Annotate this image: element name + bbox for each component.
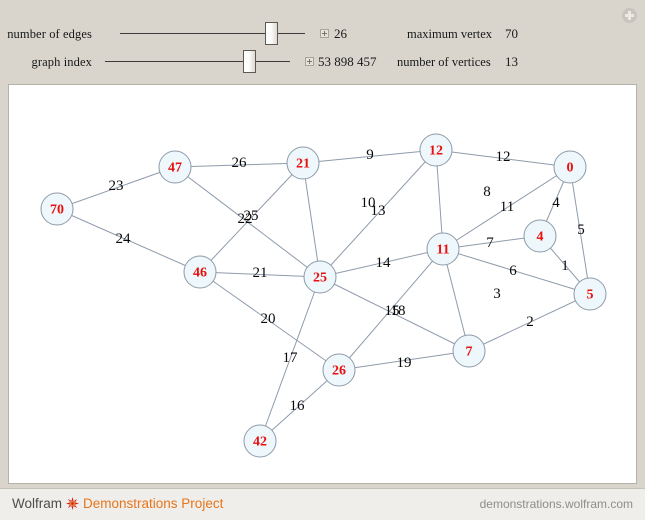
- graph-edge-label: 20: [261, 311, 276, 327]
- slider-increment-icon-edges[interactable]: [320, 29, 329, 38]
- graph-node-label: 0: [567, 161, 574, 176]
- graph-node-label: 47: [168, 161, 182, 176]
- graph-node-label: 7: [466, 345, 473, 360]
- slider-graph-index[interactable]: [105, 50, 290, 73]
- graph-edge-label: 7: [486, 235, 494, 251]
- plus-circle-icon[interactable]: [622, 8, 637, 23]
- graph-edge-label: 1: [561, 258, 569, 274]
- brand-demonstrations-text: Demonstrations Project: [83, 496, 224, 511]
- graph-panel: 23 24 26 22 25 9 10 13 12 8 11 4 5 21 20 14 15 17 18 19 16 7 6…: [8, 84, 637, 484]
- graph-node[interactable]: 4: [523, 219, 557, 253]
- graph-edge-label: 12: [496, 149, 511, 165]
- graph-node-label: 42: [253, 435, 267, 450]
- graph-node-label: 11: [436, 243, 449, 258]
- graph-edge-label: 21: [253, 265, 268, 281]
- footer-url-text: demonstrations.wolfram.com: [479, 497, 633, 511]
- control-panel: number of edges 26 graph index 53 898 45…: [0, 0, 645, 84]
- graph-node-label: 46: [193, 266, 207, 281]
- graph-node-label: 21: [296, 157, 310, 172]
- graph-edge-label: 8: [483, 184, 491, 200]
- graph-edge-label: 11: [500, 199, 514, 215]
- stat-value-number-of-vertices: 13: [505, 54, 518, 69]
- graph-node[interactable]: 25: [303, 260, 337, 294]
- graph-node[interactable]: 70: [40, 192, 74, 226]
- demonstration-window: number of edges 26 graph index 53 898 45…: [0, 0, 645, 520]
- graph-node-label: 4: [537, 230, 544, 245]
- graph-node[interactable]: 46: [183, 255, 217, 289]
- graph-visualization: 23242622259101312811 45212014151718191676…: [40, 133, 607, 458]
- graph-edge-label: 3: [493, 286, 501, 302]
- graph-node-label: 25: [313, 271, 327, 286]
- wolfram-brand[interactable]: Wolfram Demonstrations Project: [12, 496, 223, 511]
- graph-edge-label: 2: [526, 314, 534, 330]
- graph-node[interactable]: 0: [553, 150, 587, 184]
- graph-edge-label: 19: [397, 355, 412, 371]
- graph-edge-label: 18: [391, 303, 406, 319]
- graph-node-label: 70: [50, 203, 64, 218]
- graph-edge-label: 5: [577, 222, 585, 238]
- slider-track[interactable]: [105, 61, 290, 62]
- stat-value-maximum-vertex: 70: [505, 26, 518, 41]
- graph-node-label: 12: [429, 144, 443, 159]
- slider-number-of-edges[interactable]: [120, 22, 305, 45]
- slider-value-number-of-edges: 26: [334, 26, 347, 41]
- wolfram-spikey-icon: [66, 497, 80, 510]
- slider-thumb[interactable]: [265, 22, 278, 45]
- slider-value-graph-index: 53 898 457: [318, 54, 377, 69]
- slider-thumb[interactable]: [243, 50, 256, 73]
- graph-node-label: 26: [332, 364, 346, 379]
- graph-node[interactable]: 12: [419, 133, 453, 167]
- stat-label-maximum-vertex: maximum vertex: [407, 27, 493, 41]
- graph-edge-label: 26: [232, 155, 248, 171]
- graph-node[interactable]: 26: [322, 353, 356, 387]
- graph-node[interactable]: 47: [158, 150, 192, 184]
- graph-edge-label: 14: [376, 255, 392, 271]
- footer-bar: Wolfram Demonstrations Project demonstra…: [0, 488, 645, 520]
- slider-label-graph-index: graph index: [31, 55, 92, 69]
- graph-edge-label: 23: [109, 178, 124, 194]
- graph-edge-label: 6: [509, 263, 517, 279]
- graph-edge: [302, 162, 321, 278]
- graph-node-label: 5: [587, 288, 594, 303]
- graph-edge-label: 24: [116, 231, 132, 247]
- graph-edge-label: 13: [371, 203, 386, 219]
- slider-label-number-of-edges: number of edges: [7, 27, 92, 41]
- graph-node[interactable]: 5: [573, 277, 607, 311]
- graph-edge-label: 4: [552, 195, 560, 211]
- graph-edge-label: 9: [366, 147, 374, 163]
- brand-wolfram-text: Wolfram: [12, 496, 63, 511]
- slider-increment-icon-graph-index[interactable]: [305, 57, 314, 66]
- graph-edge-label: 16: [290, 398, 306, 414]
- graph-node[interactable]: 42: [243, 424, 277, 458]
- edges-layer: [56, 149, 591, 442]
- graph-node[interactable]: 7: [452, 334, 486, 368]
- graph-node[interactable]: 11: [426, 232, 460, 266]
- stat-label-number-of-vertices: number of vertices: [397, 55, 491, 69]
- graph-node[interactable]: 21: [286, 146, 320, 180]
- nodes-layer: 7047 2112046 25114526742: [40, 133, 607, 458]
- graph-edge-label: 25: [244, 208, 259, 224]
- graph-edge-label: 17: [283, 350, 299, 366]
